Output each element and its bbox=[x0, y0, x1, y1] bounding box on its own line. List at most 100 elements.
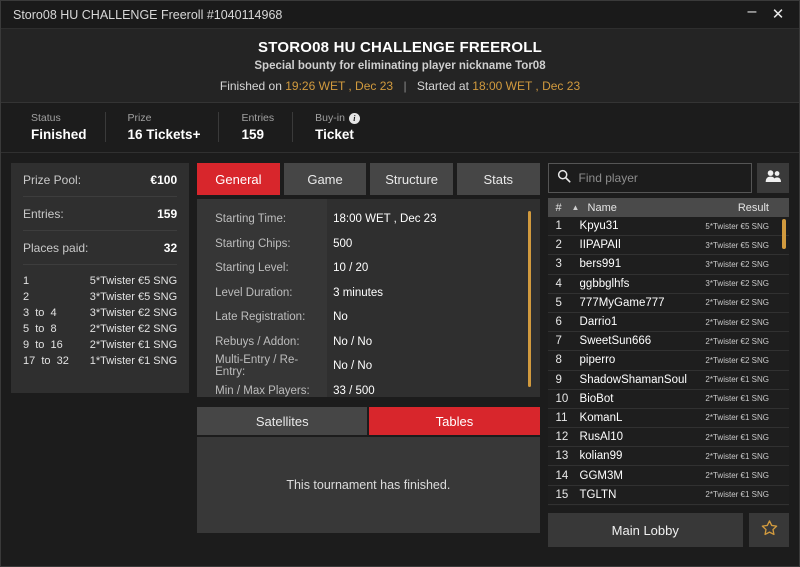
table-row[interactable]: 13 kolian99 2*Twister €1 SNG bbox=[547, 447, 789, 467]
buyin-value: Ticket bbox=[315, 127, 354, 142]
payout-place: 3 to 4 bbox=[23, 307, 57, 319]
general-row-value: 10 / 20 bbox=[333, 262, 369, 275]
player-name: piperro bbox=[579, 354, 616, 367]
column-header-name[interactable]: Name bbox=[588, 202, 738, 214]
player-name: IIPAPAIl bbox=[579, 239, 621, 252]
prize-pool-row: Prize Pool: €100 bbox=[23, 163, 178, 197]
table-row[interactable]: 12 RusAl10 2*Twister €1 SNG bbox=[547, 428, 789, 448]
payout-prize: 2*Twister €2 SNG bbox=[89, 323, 178, 335]
status-item-entries: Entries 159 bbox=[219, 112, 294, 142]
table-row[interactable]: 5 777MyGame777 2*Twister €2 SNG bbox=[547, 294, 789, 313]
minimize-button[interactable]: – bbox=[739, 3, 765, 26]
general-row-value: No bbox=[333, 311, 348, 324]
general-row: Late Registration: No bbox=[197, 305, 539, 330]
payout-prize: 3*Twister €2 SNG bbox=[89, 307, 178, 319]
general-row-value: 500 bbox=[333, 237, 353, 250]
player-result: 2*Twister €1 SNG bbox=[705, 490, 769, 500]
player-result: 2*Twister €1 SNG bbox=[705, 432, 769, 442]
general-row-label: Starting Chips: bbox=[215, 237, 291, 250]
entries-value: 159 bbox=[241, 127, 264, 142]
payout-prize: 1*Twister €1 SNG bbox=[89, 355, 178, 367]
general-row-value: 3 minutes bbox=[333, 286, 383, 299]
table-row[interactable]: 7 SweetSun666 2*Twister €2 SNG bbox=[547, 332, 789, 352]
table-row[interactable]: 2 IIPAPAIl 3*Twister €5 SNG bbox=[547, 236, 789, 256]
players-list: 1 Kpyu31 5*Twister €5 SNG 2 IIPAPAIl 3*T… bbox=[547, 217, 789, 506]
payout-prize: 5*Twister €5 SNG bbox=[89, 275, 178, 287]
window-title: Storo08 HU CHALLENGE Freeroll #104011496… bbox=[13, 7, 283, 22]
player-result: 2*Twister €2 SNG bbox=[705, 355, 769, 365]
main-lobby-button[interactable]: Main Lobby bbox=[547, 513, 743, 547]
column-header-result[interactable]: Result bbox=[738, 202, 781, 214]
player-rank: 10 bbox=[555, 392, 569, 405]
tab-structure[interactable]: Structure bbox=[370, 163, 453, 195]
info-icon[interactable]: i bbox=[348, 112, 360, 124]
player-rank: 8 bbox=[555, 354, 562, 367]
payout-place: 2 bbox=[23, 291, 30, 303]
player-rank: 15 bbox=[555, 488, 569, 501]
entries-label: Entries bbox=[241, 112, 275, 124]
tab-game[interactable]: Game bbox=[283, 163, 367, 195]
table-row[interactable]: 10 BioBot 2*Twister €1 SNG bbox=[547, 390, 789, 409]
table-row[interactable]: 3 bers991 3*Twister €2 SNG bbox=[547, 255, 789, 275]
people-button[interactable] bbox=[757, 163, 789, 193]
tab-satellites[interactable]: Satellites bbox=[197, 407, 368, 435]
prize-pool-column: Prize Pool: €100 Entries: 159 Places pai… bbox=[11, 163, 190, 393]
payout-item: 1 5*Twister €5 SNG bbox=[23, 273, 177, 289]
player-name: RusAl10 bbox=[579, 431, 623, 444]
payout-item: 17 to 32 1*Twister €1 SNG bbox=[23, 353, 177, 369]
general-row-label: Starting Level: bbox=[215, 262, 289, 275]
details-column: General Game Structure Stats Starting Ti… bbox=[197, 163, 540, 533]
general-scrollbar[interactable] bbox=[527, 211, 531, 387]
table-row[interactable]: 1 Kpyu31 5*Twister €5 SNG bbox=[547, 217, 789, 237]
player-rank: 12 bbox=[555, 431, 569, 444]
column-header-num[interactable]: # bbox=[556, 202, 572, 214]
tables-panel: This tournament has finished. bbox=[197, 437, 540, 533]
status-item-buyin: Buy-in i Ticket bbox=[293, 112, 378, 142]
table-row[interactable]: 15 TGLTN 2*Twister €1 SNG bbox=[547, 486, 789, 505]
tab-stats[interactable]: Stats bbox=[456, 163, 540, 195]
table-row[interactable]: 6 Darrio1 2*Twister €2 SNG bbox=[547, 313, 789, 333]
prize-pool-panel: Prize Pool: €100 Entries: 159 Places pai… bbox=[11, 163, 190, 393]
player-result: 2*Twister €2 SNG bbox=[705, 336, 769, 346]
tab-general[interactable]: General bbox=[197, 163, 280, 195]
star-icon bbox=[760, 519, 779, 542]
table-row[interactable]: 4 ggbbglhfs 3*Twister €2 SNG bbox=[547, 275, 789, 294]
player-rank: 6 bbox=[555, 316, 562, 329]
prize-value: 16 Tickets+ bbox=[127, 127, 201, 142]
player-rank: 1 bbox=[555, 220, 562, 233]
player-rank: 4 bbox=[555, 277, 562, 290]
player-result: 2*Twister €1 SNG bbox=[705, 394, 769, 404]
player-name: ggbbglhfs bbox=[579, 277, 630, 290]
table-row[interactable]: 8 piperro 2*Twister €2 SNG bbox=[547, 351, 789, 371]
general-row-value: No / No bbox=[333, 360, 373, 373]
lobby-body: Prize Pool: €100 Entries: 159 Places pai… bbox=[1, 153, 799, 566]
player-result: 2*Twister €1 SNG bbox=[705, 375, 769, 385]
players-column: # ▲ Name Result 1 Kpyu31 5*Twister €5 SN… bbox=[547, 163, 789, 547]
general-row-label: Late Registration: bbox=[215, 311, 306, 324]
player-name: BioBot bbox=[579, 392, 614, 405]
payout-place: 5 to 8 bbox=[23, 323, 57, 335]
table-row[interactable]: 14 GGM3M 2*Twister €1 SNG bbox=[547, 466, 789, 486]
favourite-button[interactable] bbox=[749, 513, 789, 547]
table-row[interactable]: 9 ShadowShamanSoul 2*Twister €1 SNG bbox=[547, 371, 789, 390]
search-box[interactable] bbox=[547, 163, 752, 193]
general-row: Starting Time: 18:00 WET , Dec 23 bbox=[197, 207, 539, 232]
payout-place: 1 bbox=[23, 275, 30, 287]
tournament-title: STORO08 HU CHALLENGE FREEROLL bbox=[258, 39, 542, 56]
entries-row-value: 159 bbox=[157, 206, 178, 221]
close-button[interactable]: ✕ bbox=[765, 4, 791, 26]
tab-tables[interactable]: Tables bbox=[369, 407, 540, 435]
table-row[interactable]: 11 KomanL 2*Twister €1 SNG bbox=[547, 409, 789, 429]
general-row-label: Min / Max Players: bbox=[215, 384, 310, 397]
players-scrollbar[interactable] bbox=[782, 219, 786, 249]
general-row: Rebuys / Addon: No / No bbox=[197, 330, 539, 355]
search-input[interactable] bbox=[578, 171, 743, 185]
payout-place: 9 to 16 bbox=[23, 339, 63, 351]
player-rank: 3 bbox=[555, 258, 562, 271]
tournament-times: Finished on 19:26 WET , Dec 23 | Started… bbox=[1, 79, 799, 93]
sort-ascending-icon[interactable]: ▲ bbox=[572, 203, 588, 212]
prize-pool-value: €100 bbox=[150, 172, 178, 187]
player-result: 2*Twister €1 SNG bbox=[705, 471, 769, 481]
general-row: Min / Max Players: 33 / 500 bbox=[197, 379, 539, 398]
general-row: Multi-Entry / Re-Entry: No / No bbox=[197, 354, 539, 379]
